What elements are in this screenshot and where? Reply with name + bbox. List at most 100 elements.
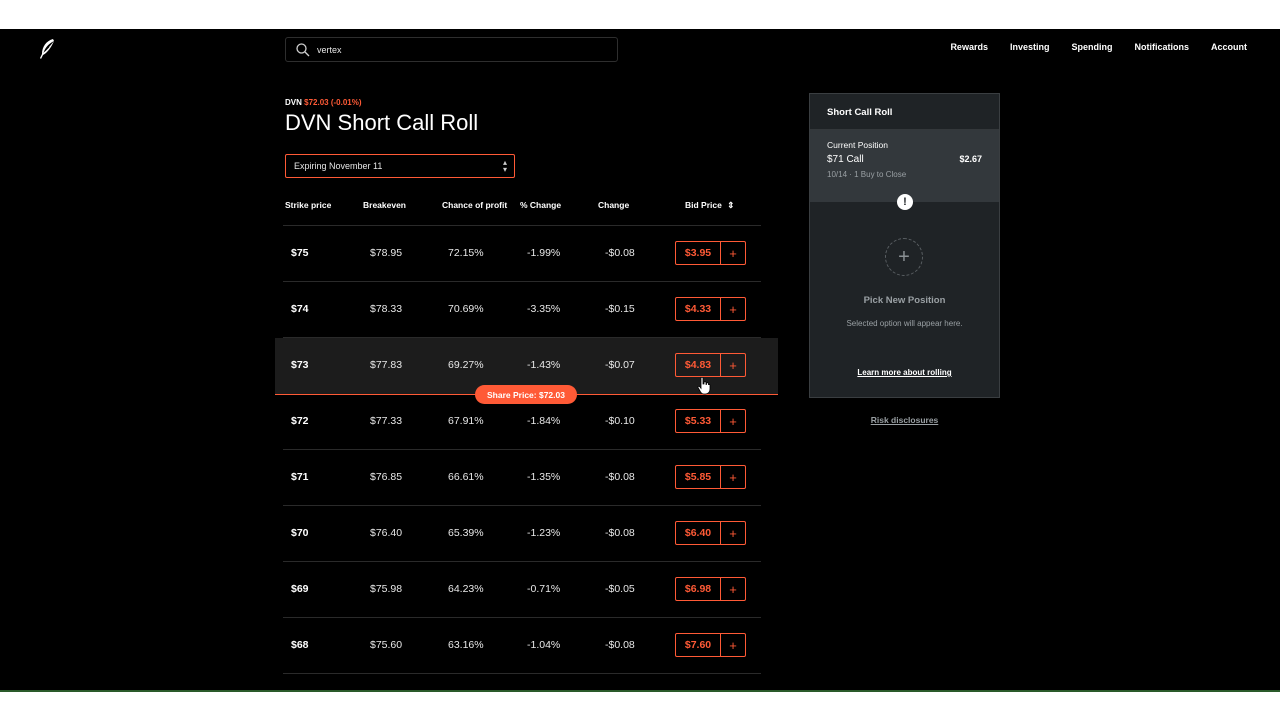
- ticker-price: $72.03 (-0.01%): [304, 98, 362, 107]
- search-input[interactable]: [317, 44, 597, 55]
- col-header-bid-label: Bid Price: [685, 200, 722, 210]
- page-title: DVN Short Call Roll: [285, 110, 479, 135]
- nav-spending[interactable]: Spending: [1071, 42, 1112, 52]
- strike-cell: $70: [291, 527, 309, 539]
- nav-account[interactable]: Account: [1211, 42, 1247, 52]
- strike-cell: $68: [291, 639, 309, 651]
- col-header-change: Change: [598, 200, 630, 210]
- strike-cell: $75: [291, 247, 309, 259]
- chance-cell: 65.39%: [448, 527, 484, 539]
- add-position-button[interactable]: +: [885, 238, 923, 276]
- pct-change-cell: -1.99%: [527, 247, 561, 259]
- row-divider: [283, 673, 761, 674]
- chance-cell: 70.69%: [448, 303, 484, 315]
- share-price-badge: Share Price: $72.03: [475, 385, 577, 404]
- bid-price-button[interactable]: $3.95: [675, 241, 721, 265]
- pct-change-cell: -3.35%: [527, 303, 561, 315]
- strike-cell: $74: [291, 303, 309, 315]
- current-position-detail: 10/14 · 1 Buy to Close: [827, 170, 907, 179]
- col-header-bid[interactable]: Bid Price ⇕: [685, 200, 734, 211]
- col-header-pct-change: % Change: [520, 200, 562, 210]
- bid-price-button[interactable]: $4.83: [675, 353, 721, 377]
- add-button[interactable]: +: [720, 353, 746, 377]
- roll-panel: Short Call Roll Current Position $71 Cal…: [809, 93, 1000, 398]
- nav-notifications[interactable]: Notifications: [1134, 42, 1189, 52]
- add-button[interactable]: +: [720, 577, 746, 601]
- change-cell: -$0.15: [605, 303, 635, 315]
- chance-cell: 66.61%: [448, 471, 484, 483]
- panel-title: Short Call Roll: [827, 107, 893, 118]
- current-position-card[interactable]: Current Position $71 Call $2.67 10/14 · …: [810, 130, 999, 202]
- search-box[interactable]: [285, 37, 618, 62]
- change-cell: -$0.08: [605, 639, 635, 651]
- change-cell: -$0.08: [605, 247, 635, 259]
- bid-price-button[interactable]: $7.60: [675, 633, 721, 657]
- change-cell: -$0.08: [605, 471, 635, 483]
- current-position-name: $71 Call: [827, 154, 864, 165]
- app-window: Rewards Investing Spending Notifications…: [0, 29, 1280, 690]
- feather-logo-icon[interactable]: [38, 38, 58, 60]
- change-cell: -$0.10: [605, 415, 635, 427]
- pct-change-cell: -1.43%: [527, 359, 561, 371]
- breakeven-cell: $77.83: [370, 359, 403, 371]
- learn-more-link[interactable]: Learn more about rolling: [810, 368, 999, 377]
- strike-cell: $73: [291, 359, 309, 371]
- bid-price-button[interactable]: $5.85: [675, 465, 721, 489]
- col-header-strike: Strike price: [285, 200, 332, 210]
- table-row[interactable]: $70 $76.40 65.39% -1.23% -$0.08 $6.40 +: [275, 506, 778, 562]
- col-header-chance: Chance of profit: [442, 200, 508, 210]
- add-button[interactable]: +: [720, 633, 746, 657]
- add-button[interactable]: +: [720, 465, 746, 489]
- strike-cell: $71: [291, 471, 309, 483]
- window-bottom-edge: [0, 690, 1280, 692]
- table-row[interactable]: $69 $75.98 64.23% -0.71% -$0.05 $6.98 +: [275, 562, 778, 618]
- risk-disclosures-link[interactable]: Risk disclosures: [809, 415, 1000, 425]
- breakeven-cell: $78.95: [370, 247, 403, 259]
- ticker-line: DVN $72.03 (-0.01%): [285, 98, 362, 107]
- chance-cell: 69.27%: [448, 359, 484, 371]
- add-button[interactable]: +: [720, 409, 746, 433]
- add-button[interactable]: +: [720, 521, 746, 545]
- pointer-cursor-icon: [697, 377, 711, 395]
- change-cell: -$0.05: [605, 583, 635, 595]
- nav-investing[interactable]: Investing: [1010, 42, 1050, 52]
- breakeven-cell: $76.85: [370, 471, 403, 483]
- nav-rewards[interactable]: Rewards: [950, 42, 988, 52]
- chance-cell: 64.23%: [448, 583, 484, 595]
- bid-price-button[interactable]: $4.33: [675, 297, 721, 321]
- table-row[interactable]: $74 $78.33 70.69% -3.35% -$0.15 $4.33 +: [275, 282, 778, 338]
- chance-cell: 72.15%: [448, 247, 484, 259]
- change-cell: -$0.07: [605, 359, 635, 371]
- breakeven-cell: $75.60: [370, 639, 403, 651]
- pick-position-title: Pick New Position: [863, 295, 946, 306]
- breakeven-cell: $76.40: [370, 527, 403, 539]
- pct-change-cell: -1.84%: [527, 415, 561, 427]
- table-row[interactable]: $75 $78.95 72.15% -1.99% -$0.08 $3.95 +: [275, 226, 778, 282]
- pct-change-cell: -1.35%: [527, 471, 561, 483]
- add-button[interactable]: +: [720, 241, 746, 265]
- pct-change-cell: -1.04%: [527, 639, 561, 651]
- search-icon: [296, 42, 310, 56]
- col-header-breakeven: Breakeven: [363, 200, 407, 210]
- pct-change-cell: -1.23%: [527, 527, 561, 539]
- table-row[interactable]: $71 $76.85 66.61% -1.35% -$0.08 $5.85 +: [275, 450, 778, 506]
- add-button[interactable]: +: [720, 297, 746, 321]
- strike-cell: $72: [291, 415, 309, 427]
- bid-price-button[interactable]: $6.98: [675, 577, 721, 601]
- change-cell: -$0.08: [605, 527, 635, 539]
- chance-cell: 63.16%: [448, 639, 484, 651]
- strike-cell: $69: [291, 583, 309, 595]
- expiration-value: Expiring November 11: [294, 161, 383, 171]
- exclamation-icon: !: [897, 194, 913, 210]
- breakeven-cell: $75.98: [370, 583, 403, 595]
- ticker-symbol[interactable]: DVN: [285, 98, 302, 107]
- pct-change-cell: -0.71%: [527, 583, 561, 595]
- current-position-price: $2.67: [959, 154, 982, 164]
- bid-price-button[interactable]: $6.40: [675, 521, 721, 545]
- sort-icon: ⇕: [727, 200, 735, 210]
- bid-price-button[interactable]: $5.33: [675, 409, 721, 433]
- expiration-select[interactable]: Expiring November 11 ▴ ▾: [285, 154, 515, 178]
- table-row[interactable]: $68 $75.60 63.16% -1.04% -$0.08 $7.60 +: [275, 618, 778, 674]
- chevron-updown-icon: ▴ ▾: [502, 158, 507, 174]
- current-position-label: Current Position: [827, 140, 888, 150]
